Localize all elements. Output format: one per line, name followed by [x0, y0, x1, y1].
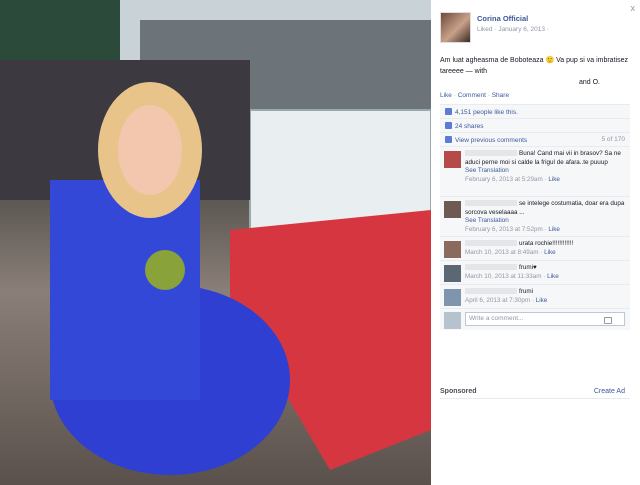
comment-timestamp: April 6, 2013 at 7:30pm ·	[465, 296, 534, 304]
previous-comments-row[interactable]: View previous comments 5 of 170	[440, 132, 630, 146]
comment-meta: February 6, 2013 at 7:52pm · Like	[465, 226, 560, 233]
separator: ·	[487, 92, 490, 99]
comment-timestamp: March 10, 2013 at 11:33am ·	[465, 272, 546, 280]
commenter-avatar[interactable]	[444, 201, 461, 218]
see-translation-link[interactable]: See Translation	[465, 167, 509, 174]
commenter-name[interactable]	[465, 288, 517, 295]
comment-timestamp: February 6, 2013 at 7:52pm ·	[465, 225, 547, 233]
comment-meta: March 10, 2013 at 11:33am · Like	[465, 273, 559, 280]
sponsored-heading: Sponsored	[440, 388, 477, 395]
commenter-name[interactable]	[465, 264, 517, 271]
page-avatar[interactable]	[440, 12, 471, 43]
separator: ·	[453, 92, 456, 99]
comment-like-link[interactable]: Like	[548, 226, 560, 233]
commenter-avatar[interactable]	[444, 151, 461, 168]
comment-text: frumi♥	[519, 264, 537, 271]
comment-timestamp: March 10, 2013 at 8:49am ·	[465, 248, 543, 256]
camera-icon[interactable]	[604, 317, 612, 324]
comment-timestamp: February 6, 2013 at 5:29am ·	[465, 175, 547, 183]
comment-like-link[interactable]: Like	[548, 176, 560, 183]
comment-like-link[interactable]: Like	[536, 297, 548, 304]
write-comment-row: Write a comment...	[440, 308, 630, 330]
post-photo[interactable]	[0, 0, 431, 485]
comment-item: urata rochie!!!!!!!!!!!! March 10, 2013 …	[440, 236, 630, 260]
shares-row[interactable]: 24 shares	[440, 118, 630, 132]
share-link[interactable]: Share	[492, 92, 509, 99]
view-previous-comments-link[interactable]: View previous comments	[455, 137, 527, 144]
comment-input[interactable]: Write a comment...	[465, 312, 625, 326]
close-icon[interactable]: x	[631, 3, 636, 13]
share-icon	[445, 122, 452, 129]
comment-link[interactable]: Comment	[458, 92, 486, 99]
comment-icon	[445, 136, 452, 143]
commenter-avatar[interactable]	[444, 241, 461, 258]
comment-item: frumi April 6, 2013 at 7:30pm · Like	[440, 284, 630, 308]
create-ad-link[interactable]: Create Ad	[594, 388, 625, 395]
thumbs-up-icon	[445, 108, 452, 115]
comment-item: Buna! Cand mai vii in brasov? Sa ne aduc…	[440, 146, 630, 196]
comment-text: urata rochie!!!!!!!!!!!!	[519, 240, 574, 247]
post-caption: Am luat agheasma de Boboteaza 🙂 Va pup s…	[440, 55, 630, 88]
photo-side-panel: x Corina Official Liked · January 6, 201…	[431, 0, 640, 485]
commenter-avatar[interactable]	[444, 265, 461, 282]
comments-count: 5 of 170	[601, 136, 626, 143]
likes-row[interactable]: 4,151 people like this.	[440, 104, 630, 118]
caption-line-1: Am luat agheasma de Boboteaza 🙂 Va pup s…	[440, 57, 628, 75]
comment-like-link[interactable]: Like	[547, 273, 559, 280]
post-timestamp: Liked · January 6, 2013 ·	[477, 26, 549, 33]
divider	[440, 398, 630, 399]
user-avatar	[444, 312, 461, 329]
comment-meta: April 6, 2013 at 7:30pm · Like	[465, 297, 547, 304]
see-translation-link[interactable]: See Translation	[465, 217, 509, 224]
commenter-avatar[interactable]	[444, 289, 461, 306]
comment-text: frumi	[519, 288, 533, 295]
comment-like-link[interactable]: Like	[544, 249, 556, 256]
shares-count[interactable]: 24 shares	[455, 123, 484, 130]
likes-count[interactable]: 4,151 people like this.	[455, 109, 518, 116]
photo-scene	[0, 0, 431, 475]
commenter-name[interactable]	[465, 240, 517, 247]
commenter-name[interactable]	[465, 150, 517, 157]
like-link[interactable]: Like	[440, 92, 452, 99]
comment-item: se intelege costumatia, doar era dupa so…	[440, 196, 630, 236]
caption-line-2: and O.	[578, 79, 600, 86]
post-header: Corina Official Liked · January 6, 2013 …	[440, 10, 630, 48]
comment-meta: March 10, 2013 at 8:49am · Like	[465, 249, 556, 256]
comment-item: frumi♥ March 10, 2013 at 11:33am · Like	[440, 260, 630, 284]
page-name-link[interactable]: Corina Official	[477, 14, 528, 23]
post-actions: Like · Comment · Share	[440, 92, 509, 99]
commenter-name[interactable]	[465, 200, 517, 207]
comment-meta: February 6, 2013 at 5:29am · Like	[465, 176, 560, 183]
